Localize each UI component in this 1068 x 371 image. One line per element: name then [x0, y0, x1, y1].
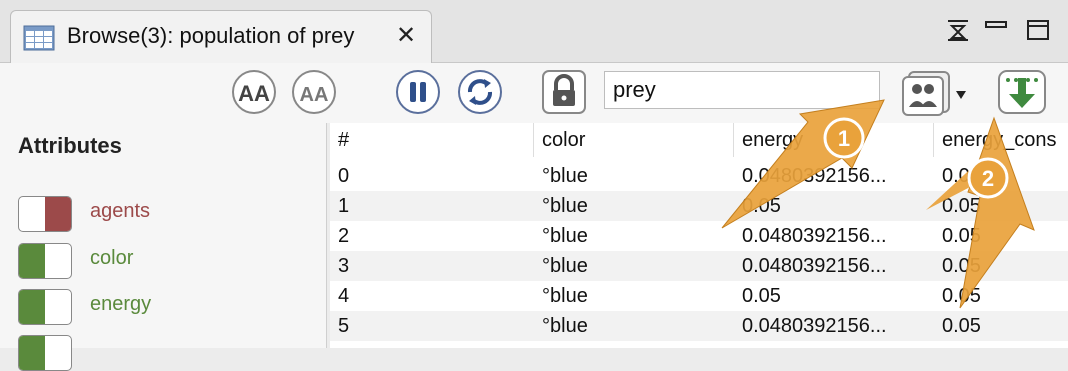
table-cell: 2	[338, 225, 350, 247]
toggle-switch[interactable]	[18, 243, 72, 279]
column-header[interactable]: #	[330, 123, 534, 157]
table-cell: 0.05	[942, 285, 981, 307]
svg-text:AA: AA	[300, 84, 329, 106]
table-cell: °blue	[542, 195, 588, 217]
table-row[interactable]: 5 °blue 0.0480392156... 0.05	[330, 311, 1068, 341]
table-cell: °blue	[542, 285, 588, 307]
table-cell: 5	[338, 315, 350, 337]
toolbar: AA AA prey	[0, 63, 1068, 123]
toggle-switch[interactable]	[18, 335, 72, 371]
minimize-icon[interactable]	[984, 18, 1008, 42]
presentation-icon[interactable]	[946, 18, 970, 42]
table-cell: °blue	[542, 225, 588, 247]
table-cell: 0.05	[942, 225, 981, 247]
table-cell: 0.05	[942, 165, 981, 187]
column-header[interactable]: color	[534, 123, 734, 157]
table-cell: 0.05	[942, 255, 981, 277]
attribute-label: color	[90, 247, 134, 269]
toggle-switch[interactable]	[18, 289, 72, 325]
table-cell: 3	[338, 255, 350, 277]
table-row[interactable]: 1 °blue 0.05 0.05	[330, 191, 1068, 221]
table-row[interactable]: 4 °blue 0.05 0.05	[330, 281, 1068, 311]
table-cell: °blue	[542, 255, 588, 277]
table-cell: 1	[338, 195, 350, 217]
table-icon	[23, 25, 55, 51]
attributes-panel: Attributes agents color energy	[0, 123, 327, 371]
population-icon[interactable]	[900, 69, 972, 117]
column-header[interactable]: energy_cons	[934, 123, 1068, 157]
table-cell: 4	[338, 285, 350, 307]
table-cell: 0	[338, 165, 350, 187]
column-header[interactable]: energy	[734, 123, 934, 157]
close-icon[interactable]: ✕	[396, 21, 416, 50]
table-cell: 0.05	[742, 285, 781, 307]
table-cell: 0.05	[942, 195, 981, 217]
font-increase-icon[interactable]: AA	[230, 68, 278, 116]
data-table: # color energy energy_cons 0 °blue 0.048…	[330, 123, 1068, 348]
table-cell: 0.0480392156...	[742, 165, 887, 187]
browse-tab[interactable]: Browse(3): population of prey ✕	[10, 10, 432, 64]
table-cell: 0.0480392156...	[742, 225, 887, 247]
tab-title: Browse(3): population of prey	[67, 23, 355, 48]
attribute-label: agents	[90, 200, 151, 222]
table-row[interactable]: 3 °blue 0.0480392156... 0.05	[330, 251, 1068, 281]
table-cell: 0.05	[742, 195, 781, 217]
maximize-icon[interactable]	[1026, 18, 1050, 42]
attribute-label: energy	[90, 293, 152, 315]
refresh-icon[interactable]	[456, 68, 504, 116]
tab-bar: Browse(3): population of prey ✕	[0, 0, 1068, 64]
attributes-title: Attributes	[18, 133, 122, 158]
table-cell: °blue	[542, 165, 588, 187]
toggle-switch[interactable]	[18, 196, 72, 232]
table-cell: 0.0480392156...	[742, 255, 887, 277]
table-cell: 0.0480392156...	[742, 315, 887, 337]
lock-icon[interactable]	[540, 68, 588, 116]
pause-icon[interactable]	[394, 68, 442, 116]
table-cell: °blue	[542, 315, 588, 337]
table-row[interactable]: 0 °blue 0.0480392156... 0.05	[330, 161, 1068, 191]
table-row[interactable]: 2 °blue 0.0480392156... 0.05	[330, 221, 1068, 251]
font-decrease-icon[interactable]: AA	[290, 68, 338, 116]
svg-text:AA: AA	[238, 81, 270, 106]
table-cell: 0.05	[942, 315, 981, 337]
export-icon[interactable]	[996, 68, 1048, 116]
search-input[interactable]: prey	[604, 71, 880, 109]
